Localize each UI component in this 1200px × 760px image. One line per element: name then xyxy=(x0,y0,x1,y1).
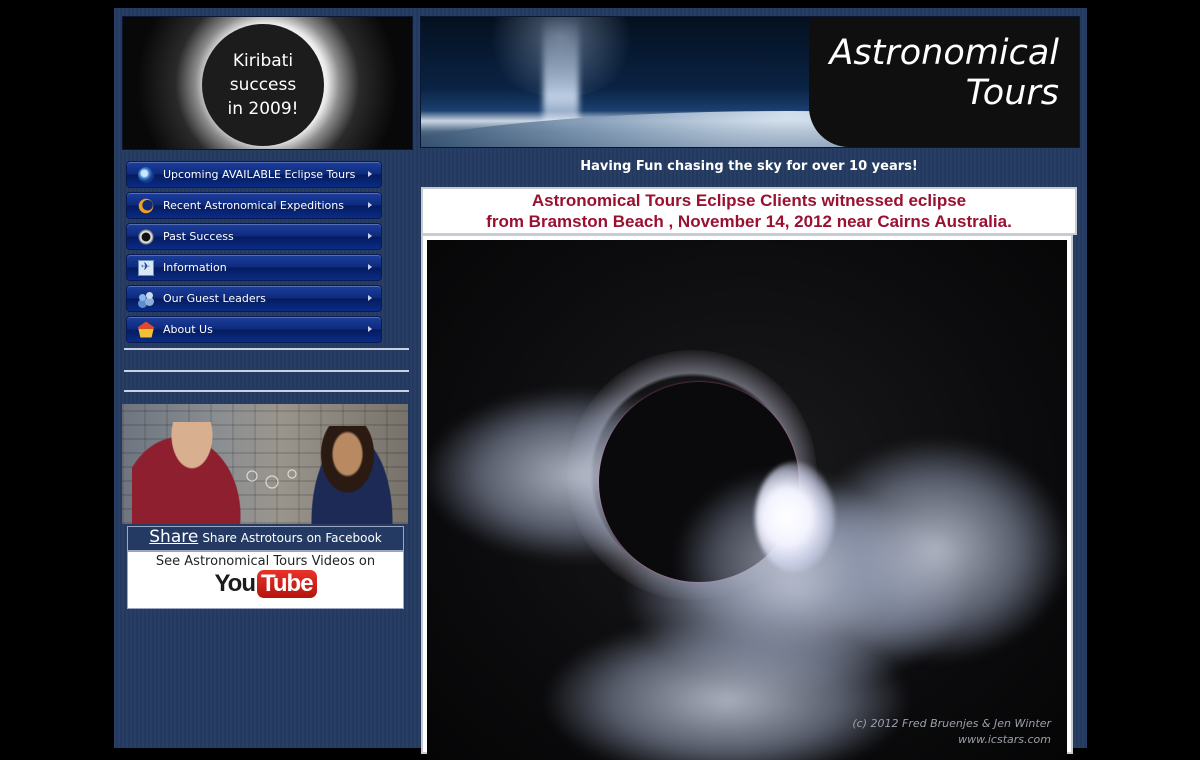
tagline: Having Fun chasing the sky for over 10 y… xyxy=(580,159,918,174)
promo-text: Kiribati success in 2009! xyxy=(227,51,299,119)
nav-information[interactable]: Information xyxy=(126,254,382,281)
nav-item-label: Recent Astronomical Expeditions xyxy=(163,199,344,212)
site-title: Astronomical Tours xyxy=(829,33,1059,113)
people-icon xyxy=(138,291,154,307)
share-facebook-text: Share Astrotours on Facebook xyxy=(202,531,382,545)
eclipse-photo-frame: (c) 2012 Fred Bruenjes & Jen Winter www.… xyxy=(421,234,1073,760)
light-beam xyxy=(543,17,579,125)
girl-figure xyxy=(307,426,397,524)
facebook-share-link[interactable]: Share Share Astrotours on Facebook xyxy=(127,526,404,551)
eclipse-icon xyxy=(138,228,154,245)
headline-line-2: from Bramston Beach , November 14, 2012 … xyxy=(486,212,1012,231)
nav-item-label: Past Success xyxy=(163,230,234,243)
share-label: Share xyxy=(149,527,199,547)
nav-item-label: Information xyxy=(163,261,227,274)
nav-past-success[interactable]: Past Success xyxy=(126,223,382,250)
guest-leader-photo[interactable] xyxy=(122,404,408,524)
nav-item-label: Our Guest Leaders xyxy=(163,292,266,305)
nav-item-label: About Us xyxy=(163,323,213,336)
youtube-caption: See Astronomical Tours Videos on xyxy=(155,554,376,569)
house-icon xyxy=(138,321,154,338)
header-banner[interactable]: Astronomical Tours xyxy=(420,16,1080,148)
chevron-right-icon xyxy=(368,326,372,332)
chevron-right-icon xyxy=(368,295,372,301)
man-figure xyxy=(132,422,252,524)
chevron-right-icon xyxy=(368,264,372,270)
main-nav: Upcoming AVAILABLE Eclipse Tours Recent … xyxy=(126,161,382,347)
globe-icon xyxy=(138,166,154,183)
youtube-link[interactable]: See Astronomical Tours Videos on You Tub… xyxy=(127,551,404,609)
nav-about-us[interactable]: About Us xyxy=(126,316,382,343)
moon-icon xyxy=(138,197,154,214)
youtube-logo-tube: Tube xyxy=(257,570,317,598)
bubbles xyxy=(242,464,312,494)
diamond-ring-flare xyxy=(755,462,835,572)
eclipse-moon-disc: Kiribati success in 2009! xyxy=(202,24,324,146)
eclipse-photo[interactable]: (c) 2012 Fred Bruenjes & Jen Winter www.… xyxy=(427,240,1067,760)
headline-box: Astronomical Tours Eclipse Clients witne… xyxy=(421,187,1077,235)
photo-credit: (c) 2012 Fred Bruenjes & Jen Winter www.… xyxy=(852,717,1051,746)
youtube-logo-you: You xyxy=(214,570,256,597)
plane-icon xyxy=(138,259,154,276)
chevron-right-icon xyxy=(368,171,372,177)
nav-recent-expeditions[interactable]: Recent Astronomical Expeditions xyxy=(126,192,382,219)
divider xyxy=(124,390,409,392)
nav-item-label: Upcoming AVAILABLE Eclipse Tours xyxy=(163,168,356,181)
divider xyxy=(124,370,409,372)
youtube-logo: You Tube xyxy=(214,570,317,598)
divider xyxy=(124,348,409,350)
headline-line-1: Astronomical Tours Eclipse Clients witne… xyxy=(531,191,967,210)
page-container: Kiribati success in 2009! Upcoming AVAIL… xyxy=(114,8,1087,760)
nav-guest-leaders[interactable]: Our Guest Leaders xyxy=(126,285,382,312)
chevron-right-icon xyxy=(368,233,372,239)
kiribati-promo-image[interactable]: Kiribati success in 2009! xyxy=(122,16,413,150)
nav-upcoming-tours[interactable]: Upcoming AVAILABLE Eclipse Tours xyxy=(126,161,382,188)
chevron-right-icon xyxy=(368,202,372,208)
